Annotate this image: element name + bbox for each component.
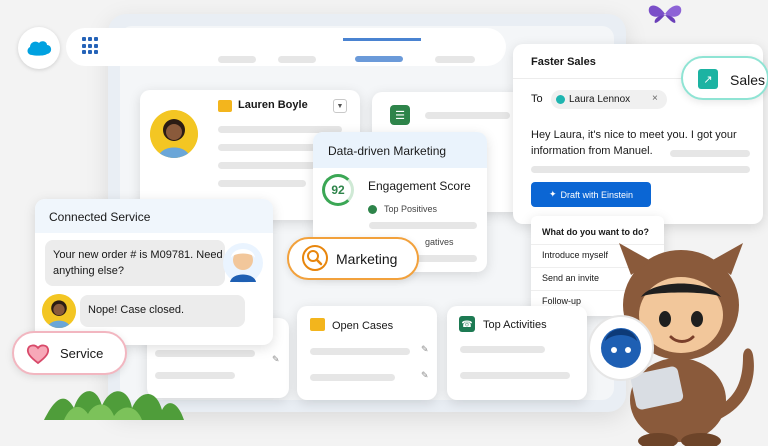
email-body-line [531, 166, 750, 173]
service-badge-label: Service [60, 346, 104, 361]
chart-icon: ↗ [698, 69, 718, 89]
record-line [155, 372, 235, 379]
close-icon[interactable]: × [652, 93, 658, 104]
nav-tab-active-indicator [343, 38, 421, 41]
pencil-icon[interactable]: ✎ [421, 344, 429, 355]
top-activities-title: Top Activities [483, 319, 547, 331]
butterfly-icon [648, 5, 682, 23]
marketing-card-title: Data-driven Marketing [328, 144, 447, 158]
checklist-icon: ☰ [390, 105, 410, 125]
astro-avatar [223, 243, 263, 283]
avatar [42, 294, 76, 328]
draft-button-label: Draft with Einstein [560, 189, 634, 200]
person-avatar-icon [42, 294, 76, 328]
chevron-down-icon[interactable]: ▼ [333, 99, 347, 113]
engagement-score-ring: 92 [322, 174, 354, 206]
contact-record-icon [218, 100, 232, 112]
sparkle-icon: ✦ [548, 189, 557, 199]
chat-panel-title: Connected Service [49, 210, 151, 224]
app-launcher-icon[interactable] [82, 37, 100, 55]
top-positives-label: Top Positives [384, 204, 438, 214]
heart-icon [26, 344, 50, 365]
astro-mascot [588, 243, 754, 446]
activity-line [460, 346, 545, 353]
contact-detail-line [218, 144, 318, 151]
magnifier-icon [302, 245, 328, 271]
draft-with-einstein-button[interactable]: ✦ Draft with Einstein [531, 182, 651, 207]
salesforce-logo[interactable] [18, 27, 60, 69]
pencil-icon[interactable]: ✎ [272, 354, 280, 365]
grass-decoration [44, 391, 184, 420]
nav-tab-2[interactable] [278, 56, 316, 63]
nav-tab-active[interactable] [355, 56, 403, 62]
incoming-message: Your new order # is M09781. Need anythin… [53, 249, 223, 277]
contact-name: Lauren Boyle [238, 99, 308, 111]
cloud-logo-icon [27, 41, 52, 56]
marketing-badge-label: Marketing [336, 251, 398, 267]
open-cases-title: Open Cases [332, 320, 394, 332]
avatar [150, 110, 198, 158]
pencil-icon[interactable]: ✎ [421, 370, 429, 381]
task-line [425, 112, 510, 119]
engagement-score-label: Engagement Score [368, 179, 471, 193]
record-line [155, 350, 255, 357]
to-label: To [531, 93, 543, 105]
case-line [310, 374, 395, 381]
nav-tab-4[interactable] [435, 56, 475, 63]
positives-dot [368, 205, 377, 214]
recipient-name: Laura Lennox [569, 94, 631, 105]
email-body-line [670, 150, 750, 157]
top-negatives-label: gatives [425, 237, 454, 247]
contact-dot-icon [556, 95, 565, 104]
sales-badge-label: Sales [730, 72, 766, 88]
activity-line [460, 372, 570, 379]
contact-detail-line [218, 180, 306, 187]
outgoing-message: Nope! Case closed. [88, 304, 184, 316]
person-avatar-icon [150, 110, 198, 158]
nav-tab-1[interactable] [218, 56, 256, 63]
phone-icon: ☎ [459, 316, 475, 332]
case-line [310, 348, 410, 355]
positives-line [369, 222, 477, 229]
folder-icon [310, 318, 325, 331]
email-composer-title: Faster Sales [531, 56, 596, 68]
